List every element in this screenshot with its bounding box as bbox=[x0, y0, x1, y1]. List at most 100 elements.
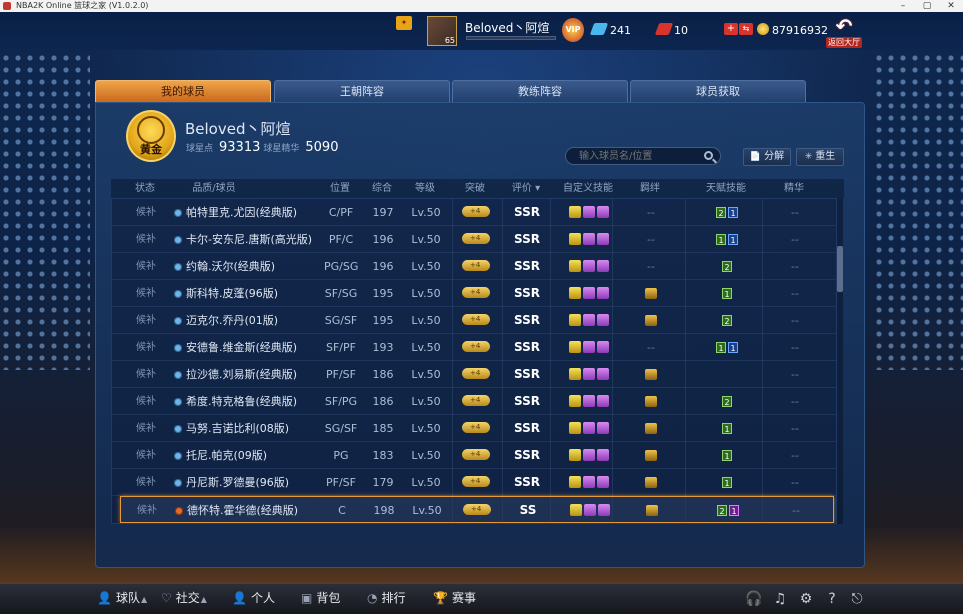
skill-icon[interactable] bbox=[569, 341, 581, 353]
skill-icon[interactable] bbox=[597, 260, 609, 272]
back-to-lobby-button[interactable]: ↶ 返回大厅 bbox=[826, 16, 862, 50]
table-row[interactable]: 候补 斯科特.皮蓬(96版) SF/SG 195 Lv.50 SSR 1 -- bbox=[112, 279, 836, 307]
talent-level-badge[interactable]: 1 bbox=[729, 505, 739, 516]
nav-item[interactable]: 👤 个人 bbox=[232, 584, 275, 614]
close-button[interactable]: ✕ bbox=[939, 0, 963, 12]
talent-level-badge[interactable]: 2 bbox=[722, 396, 732, 407]
nav-item[interactable]: 🏆 赛事 bbox=[433, 584, 476, 614]
skill-icon[interactable] bbox=[583, 395, 595, 407]
skill-icon[interactable] bbox=[569, 449, 581, 461]
header-custom-skills[interactable]: 自定义技能 bbox=[548, 179, 628, 198]
talent-level-badge[interactable]: 1 bbox=[722, 477, 732, 488]
talent-level-badge[interactable]: 1 bbox=[728, 207, 738, 218]
avatar[interactable]: 65 bbox=[427, 16, 457, 46]
nav-item[interactable]: ▣ 背包 bbox=[301, 584, 340, 614]
skill-icon[interactable] bbox=[583, 314, 595, 326]
table-row[interactable]: 候补 帕特里克.尤因(经典版) C/PF 197 Lv.50 SSR -- 21 -- bbox=[112, 199, 836, 226]
skill-icon[interactable] bbox=[583, 422, 595, 434]
skill-icon[interactable] bbox=[583, 476, 595, 488]
bond-icon[interactable] bbox=[645, 369, 657, 380]
nav-item[interactable]: ◔ 排行 bbox=[367, 584, 406, 614]
table-row[interactable]: 候补 希度.特克格鲁(经典版) SF/PG 186 Lv.50 SSR 2 -- bbox=[112, 387, 836, 415]
skill-icon[interactable] bbox=[597, 422, 609, 434]
header-position[interactable]: 位置 bbox=[323, 179, 357, 198]
skill-icon[interactable] bbox=[569, 287, 581, 299]
talent-level-badge[interactable]: 1 bbox=[722, 450, 732, 461]
maximize-button[interactable]: ▢ bbox=[915, 0, 939, 12]
table-row[interactable]: 候补 安德鲁.维金斯(经典版) SF/PF 193 Lv.50 SSR -- 11 -- bbox=[112, 333, 836, 361]
header-bond[interactable]: 羁绊 bbox=[635, 179, 665, 198]
bond-icon[interactable] bbox=[645, 315, 657, 326]
bond-icon[interactable] bbox=[645, 423, 657, 434]
rebirth-button[interactable]: ✳ 重生 bbox=[796, 148, 844, 166]
skill-icon[interactable] bbox=[583, 368, 595, 380]
talent-level-badge[interactable]: 1 bbox=[728, 234, 738, 245]
exchange-button[interactable]: ⇆ bbox=[739, 23, 753, 35]
talent-level-badge[interactable]: 2 bbox=[717, 505, 727, 516]
scrollbar-thumb[interactable] bbox=[837, 246, 843, 292]
talent-level-badge[interactable]: 1 bbox=[728, 342, 738, 353]
music-icon[interactable]: ♫ bbox=[771, 590, 789, 608]
talent-level-badge[interactable]: 2 bbox=[716, 207, 726, 218]
skill-icon[interactable] bbox=[597, 206, 609, 218]
bond-icon[interactable] bbox=[646, 505, 658, 516]
skill-icon[interactable] bbox=[583, 206, 595, 218]
tab-get-players[interactable]: 球员获取 bbox=[630, 80, 806, 102]
table-row[interactable]: 候补 马努.吉诺比利(08版) SG/SF 185 Lv.50 SSR 1 -- bbox=[112, 414, 836, 442]
skill-icon[interactable] bbox=[598, 504, 610, 516]
recharge-button[interactable]: + bbox=[724, 23, 738, 35]
skill-icon[interactable] bbox=[597, 341, 609, 353]
help-icon[interactable]: ? bbox=[823, 590, 841, 608]
skill-icon[interactable] bbox=[597, 287, 609, 299]
skill-icon[interactable] bbox=[597, 314, 609, 326]
nav-item[interactable]: ♡ 社交▲ bbox=[161, 584, 207, 614]
talent-level-badge[interactable]: 2 bbox=[722, 315, 732, 326]
tab-coach-lineup[interactable]: 教练阵容 bbox=[452, 80, 628, 102]
skill-icon[interactable] bbox=[583, 287, 595, 299]
exit-icon[interactable]: ⎋ bbox=[848, 590, 866, 608]
skill-icon[interactable] bbox=[569, 368, 581, 380]
skill-icon[interactable] bbox=[597, 395, 609, 407]
header-player[interactable]: 品质/球员 bbox=[179, 179, 249, 198]
decompose-button[interactable]: 📄 分解 bbox=[743, 148, 791, 166]
skill-icon[interactable] bbox=[597, 476, 609, 488]
bond-icon[interactable] bbox=[645, 477, 657, 488]
talent-level-badge[interactable]: 1 bbox=[722, 423, 732, 434]
header-essence[interactable]: 精华 bbox=[779, 179, 809, 198]
skill-icon[interactable] bbox=[597, 233, 609, 245]
skill-icon[interactable] bbox=[569, 395, 581, 407]
gear-icon[interactable]: ⚙ bbox=[797, 590, 815, 608]
talent-level-badge[interactable]: 1 bbox=[716, 342, 726, 353]
vip-badge[interactable]: VIP bbox=[562, 18, 584, 42]
header-talent-skills[interactable]: 天赋技能 bbox=[696, 179, 756, 198]
skill-icon[interactable] bbox=[584, 504, 596, 516]
bond-icon[interactable] bbox=[645, 288, 657, 299]
table-scrollbar[interactable] bbox=[837, 198, 843, 524]
table-row[interactable]: 候补 拉沙德.刘易斯(经典版) PF/SF 186 Lv.50 SSR -- bbox=[112, 360, 836, 388]
table-row[interactable]: 候补 丹尼斯.罗德曼(96版) PF/SF 179 Lv.50 SSR 1 -- bbox=[112, 468, 836, 496]
header-breakthrough[interactable]: 突破 bbox=[456, 179, 494, 198]
skill-icon[interactable] bbox=[583, 233, 595, 245]
header-status[interactable]: 状态 bbox=[129, 179, 161, 198]
nav-item[interactable]: 👤 球队▲ bbox=[97, 584, 147, 614]
talent-level-badge[interactable]: 2 bbox=[722, 261, 732, 272]
gift-box-icon[interactable]: ✦ bbox=[396, 16, 412, 30]
header-overall[interactable]: 综合 bbox=[365, 179, 399, 198]
search-icon[interactable] bbox=[704, 151, 713, 160]
bond-icon[interactable] bbox=[645, 396, 657, 407]
skill-icon[interactable] bbox=[569, 422, 581, 434]
skill-icon[interactable] bbox=[569, 206, 581, 218]
skill-icon[interactable] bbox=[570, 504, 582, 516]
table-row[interactable]: 候补 约翰.沃尔(经典版) PG/SG 196 Lv.50 SSR -- 2 -- bbox=[112, 252, 836, 280]
skill-icon[interactable] bbox=[569, 260, 581, 272]
search-input[interactable] bbox=[565, 147, 721, 165]
talent-level-badge[interactable]: 1 bbox=[716, 234, 726, 245]
skill-icon[interactable] bbox=[597, 449, 609, 461]
table-row-selected[interactable]: 候补 德怀特.霍华德(经典版) C 198 Lv.50 SS 21 -- bbox=[120, 496, 834, 523]
skill-icon[interactable] bbox=[583, 449, 595, 461]
table-row[interactable]: 候补 托尼.帕克(09版) PG 183 Lv.50 SSR 1 -- bbox=[112, 441, 836, 469]
skill-icon[interactable] bbox=[569, 476, 581, 488]
skill-icon[interactable] bbox=[583, 260, 595, 272]
headset-icon[interactable]: 🎧 bbox=[745, 590, 763, 608]
talent-level-badge[interactable]: 1 bbox=[722, 288, 732, 299]
